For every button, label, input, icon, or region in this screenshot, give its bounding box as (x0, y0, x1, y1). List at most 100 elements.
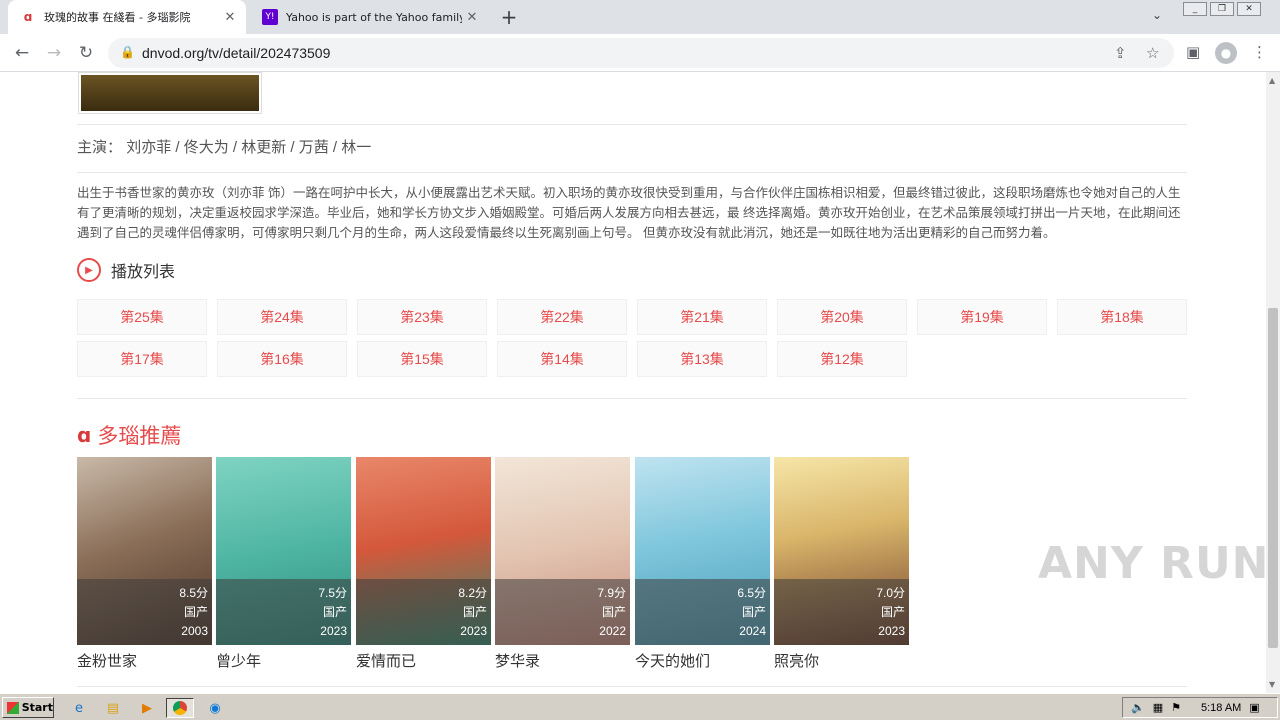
card-title[interactable]: 金粉世家 (77, 650, 212, 671)
site-logo-icon: ɑ (23, 10, 33, 24)
recommend-card[interactable]: 7.0分 国产 2023 照亮你 (774, 457, 909, 671)
back-icon[interactable]: ← (10, 41, 34, 65)
recommend-card[interactable]: 7.5分 国产 2023 曾少年 (216, 457, 351, 671)
card-title[interactable]: 今天的她们 (635, 650, 770, 671)
site-logo-icon: ɑ (77, 423, 92, 447)
episode-button[interactable]: 第18集 (1057, 299, 1187, 335)
card-score: 6.5分 (737, 586, 766, 600)
ie-icon[interactable]: e (68, 698, 90, 718)
address-bar[interactable]: 🔒 dnvod.org/tv/detail/202473509 ⇪ ☆ (108, 38, 1174, 68)
card-meta: 8.2分 国产 2023 (458, 584, 487, 641)
divider (77, 686, 1187, 687)
scroll-down-icon[interactable]: ▼ (1269, 680, 1275, 689)
poster-image[interactable]: 7.0分 国产 2023 (774, 457, 909, 645)
episode-button[interactable]: 第20集 (777, 299, 907, 335)
tab-active[interactable]: ɑ 玫瑰的故事 在綫看 - 多瑙影院 ✕ (8, 0, 246, 34)
star-icon[interactable]: ☆ (1146, 44, 1159, 62)
recommend-card[interactable]: 7.9分 国产 2022 梦华录 (495, 457, 630, 671)
menu-icon[interactable]: ⋮ (1252, 43, 1267, 61)
card-region: 国产 (322, 605, 347, 619)
episode-button[interactable]: 第23集 (357, 299, 487, 335)
poster-image[interactable]: 8.2分 国产 2023 (356, 457, 491, 645)
close-window-icon[interactable]: ✕ (1237, 2, 1261, 16)
cast-names: 刘亦菲 / 佟大为 / 林更新 / 万茜 / 林一 (126, 139, 372, 156)
show-description: 出生于书香世家的黄亦玫（刘亦菲 饰）一路在呵护中长大，从小便展露出艺术天赋。初入… (77, 186, 1181, 240)
card-region: 国产 (601, 605, 626, 619)
episode-button[interactable]: 第22集 (497, 299, 627, 335)
edge-icon[interactable]: ◉ (204, 698, 226, 718)
episode-button[interactable]: 第17集 (77, 341, 207, 377)
close-tab-icon[interactable]: ✕ (462, 7, 482, 27)
scroll-up-icon[interactable]: ▲ (1269, 76, 1275, 85)
start-label: Start (21, 701, 53, 714)
episode-button[interactable]: 第25集 (77, 299, 207, 335)
windows-taskbar: Start e ▤ ▶ ◉ 🔈 ▦ ⚑ 5:18 AM ▣ (0, 693, 1280, 720)
episode-button[interactable]: 第13集 (637, 341, 767, 377)
divider (77, 172, 1187, 173)
episode-button[interactable]: 第14集 (497, 341, 627, 377)
chrome-icon[interactable] (166, 698, 194, 718)
volume-icon[interactable]: 🔈 (1131, 701, 1145, 714)
card-year: 2022 (599, 624, 626, 638)
profile-avatar-icon[interactable]: ● (1215, 42, 1237, 64)
card-meta: 6.5分 国产 2024 (737, 584, 766, 641)
chevron-down-icon[interactable]: ⌄ (1152, 8, 1162, 22)
flag-icon[interactable]: ⚑ (1171, 701, 1181, 714)
new-tab-icon[interactable]: + (498, 5, 520, 29)
media-player-icon[interactable]: ▶ (136, 698, 158, 718)
episode-button[interactable]: 第15集 (357, 341, 487, 377)
episode-button[interactable]: 第21集 (637, 299, 767, 335)
recommend-card[interactable]: 8.5分 国产 2003 金粉世家 (77, 457, 212, 671)
card-year: 2023 (878, 624, 905, 638)
lock-icon[interactable]: 🔒 (120, 45, 135, 59)
card-score: 8.2分 (458, 586, 487, 600)
side-panel-icon[interactable]: ▣ (1186, 43, 1200, 61)
card-score: 7.0分 (876, 586, 905, 600)
card-year: 2003 (181, 624, 208, 638)
network-icon[interactable]: ▦ (1153, 701, 1163, 714)
card-meta: 7.5分 国产 2023 (318, 584, 347, 641)
episode-button[interactable]: 第12集 (777, 341, 907, 377)
card-score: 7.9分 (597, 586, 626, 600)
recommend-card[interactable]: 8.2分 国产 2023 爱情而已 (356, 457, 491, 671)
poster-image[interactable]: 7.5分 国产 2023 (216, 457, 351, 645)
card-title[interactable]: 曾少年 (216, 650, 351, 671)
minimize-icon[interactable]: _ (1183, 2, 1207, 16)
folder-icon[interactable]: ▤ (102, 698, 124, 718)
url-text: dnvod.org/tv/detail/202473509 (142, 45, 331, 61)
maximize-icon[interactable]: ❐ (1210, 2, 1234, 16)
notification-icon[interactable]: ▣ (1249, 701, 1259, 714)
episode-button[interactable]: 第24集 (217, 299, 347, 335)
share-icon[interactable]: ⇪ (1114, 44, 1127, 62)
poster-image[interactable]: 8.5分 国产 2003 (77, 457, 212, 645)
page-scrollbar[interactable]: ▲ ▼ (1266, 72, 1280, 693)
divider (77, 398, 1187, 399)
poster-image[interactable]: 7.9分 国产 2022 (495, 457, 630, 645)
reload-icon[interactable]: ↻ (74, 41, 98, 65)
recommend-card[interactable]: 6.5分 国产 2024 今天的她们 (635, 457, 770, 671)
windows-logo-icon (7, 701, 19, 714)
poster-image[interactable]: 6.5分 国产 2024 (635, 457, 770, 645)
play-icon: ▶ (77, 258, 101, 282)
card-title[interactable]: 梦华录 (495, 650, 630, 671)
card-meta: 7.0分 国产 2023 (876, 584, 905, 641)
episode-button[interactable]: 第19集 (917, 299, 1047, 335)
system-tray: 🔈 ▦ ⚑ 5:18 AM ▣ (1122, 697, 1278, 718)
card-title[interactable]: 照亮你 (774, 650, 909, 671)
cast-line: 主演： 刘亦菲 / 佟大为 / 林更新 / 万茜 / 林一 (77, 136, 371, 157)
tab-yahoo[interactable]: Y! Yahoo is part of the Yahoo family of … (250, 0, 488, 34)
card-score: 8.5分 (179, 586, 208, 600)
scrollbar-thumb[interactable] (1268, 308, 1278, 648)
close-tab-icon[interactable]: ✕ (220, 7, 240, 27)
card-title[interactable]: 爱情而已 (356, 650, 491, 671)
start-button[interactable]: Start (2, 697, 54, 718)
playlist-header: ▶ 播放列表 (77, 258, 175, 282)
watermark: ANY RUN (1038, 538, 1270, 589)
clock: 5:18 AM (1200, 701, 1242, 714)
episode-button[interactable]: 第16集 (217, 341, 347, 377)
card-score: 7.5分 (318, 586, 347, 600)
browser-toolbar: ← → ↻ 🔒 dnvod.org/tv/detail/202473509 ⇪ … (0, 34, 1280, 72)
card-region: 国产 (183, 605, 208, 619)
page-content: 主演： 刘亦菲 / 佟大为 / 林更新 / 万茜 / 林一 出生于书香世家的黄亦… (0, 72, 1266, 693)
forward-icon[interactable]: → (42, 41, 66, 65)
